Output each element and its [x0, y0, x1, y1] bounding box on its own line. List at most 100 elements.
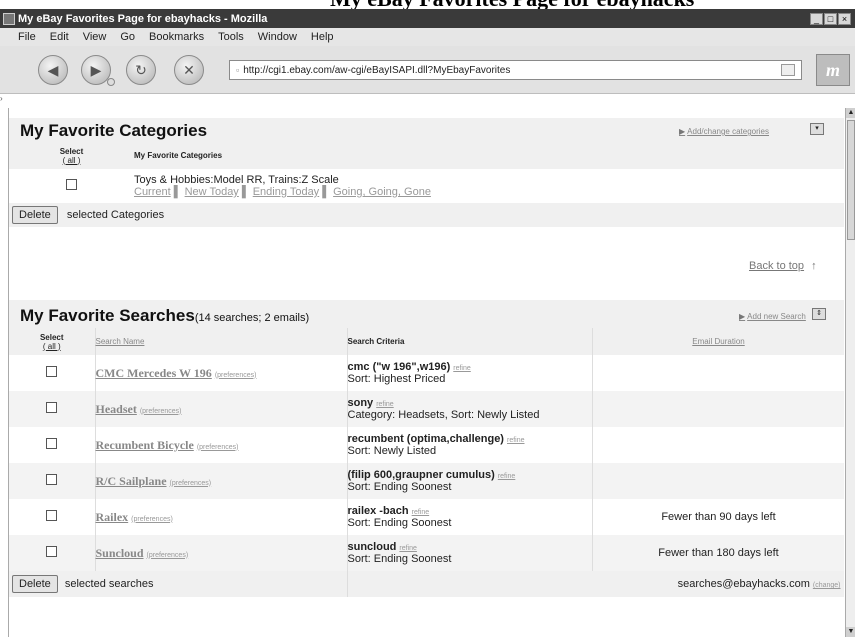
scroll-up-icon[interactable]: ▲: [846, 108, 855, 118]
scroll-down-icon[interactable]: ▼: [846, 627, 855, 637]
triangle-icon: ▶: [739, 312, 746, 321]
delete-searches-button[interactable]: Delete: [12, 575, 58, 593]
search-name-link[interactable]: Recumbent Bicycle: [96, 438, 194, 452]
history-dropdown-icon[interactable]: [107, 78, 115, 86]
search-sort: Sort: Highest Priced: [347, 373, 446, 385]
categories-table: Select ( all ) My Favorite Categories To…: [9, 142, 844, 227]
search-checkbox[interactable]: [46, 438, 58, 449]
page-content: My Favorite Categories ▶ Add/change categ…: [8, 108, 844, 637]
maximize-button[interactable]: □: [824, 12, 837, 25]
email-duration: Fewer than 90 days left: [592, 499, 844, 535]
email-duration: [592, 391, 844, 427]
search-checkbox[interactable]: [46, 510, 58, 521]
search-criteria-col-header: Search Criteria: [347, 328, 593, 355]
window-title: My eBay Favorites Page for ebayhacks - M…: [18, 12, 268, 25]
preferences-link[interactable]: (preferences): [215, 372, 257, 379]
delete-categories-button[interactable]: Delete: [12, 206, 58, 224]
search-checkbox[interactable]: [46, 546, 58, 557]
select-all-link[interactable]: ( all ): [9, 156, 134, 165]
menu-help[interactable]: Help: [311, 31, 334, 43]
categories-col-header: My Favorite Categories: [134, 142, 844, 169]
preferences-link[interactable]: (preferences): [170, 480, 212, 487]
search-name-link[interactable]: Railex: [96, 510, 129, 524]
email-duration-col-header[interactable]: Email Duration: [592, 328, 844, 355]
table-row: Railex (preferences) railex -bach refine So…: [9, 499, 844, 535]
back-arrow-icon: ◀: [47, 61, 59, 78]
search-sort: Sort: Ending Soonest: [347, 553, 452, 565]
back-to-top-link[interactable]: Back to top ↑: [749, 260, 817, 272]
search-query: suncloud: [347, 541, 397, 553]
menu-go[interactable]: Go: [120, 31, 135, 43]
up-arrow-icon: ↑: [811, 260, 817, 272]
email-address: searches@ebayhacks.com: [677, 578, 810, 590]
ending-today-link[interactable]: Ending Today: [253, 186, 319, 198]
menu-window[interactable]: Window: [258, 31, 297, 43]
preferences-link[interactable]: (preferences): [147, 552, 189, 559]
categories-title: My Favorite Categories: [20, 121, 208, 140]
refine-link[interactable]: refine: [498, 473, 516, 480]
search-checkbox[interactable]: [46, 366, 58, 377]
sidebar-toggle-icon[interactable]: ›: [0, 94, 8, 108]
search-sort: Sort: Ending Soonest: [347, 517, 452, 529]
select-all-link[interactable]: ( all ): [9, 342, 95, 351]
categories-header: My Favorite Categories ▶ Add/change categ…: [9, 118, 844, 142]
search-name-link[interactable]: Headset: [96, 402, 137, 416]
category-checkbox[interactable]: [66, 179, 77, 190]
table-row: Headset (preferences) sony refine Category:…: [9, 391, 844, 427]
table-row: Suncloud (preferences) suncloud refine Sort…: [9, 535, 844, 571]
menu-file[interactable]: File: [18, 31, 36, 43]
email-duration: [592, 463, 844, 499]
add-change-categories-link[interactable]: ▶ Add/change categories: [679, 127, 769, 136]
refine-link[interactable]: refine: [507, 437, 525, 444]
menu-view[interactable]: View: [83, 31, 107, 43]
vertical-scrollbar[interactable]: ▲ ▼: [845, 108, 855, 637]
caption-strip: My eBay Favorites Page for ebayhacks: [0, 0, 855, 9]
searches-title: My Favorite Searches(14 searches; 2 emai…: [20, 306, 310, 325]
preferences-link[interactable]: (preferences): [140, 408, 182, 415]
searches-count: (14 searches; 2 emails): [194, 312, 310, 324]
current-link[interactable]: Current: [134, 186, 171, 198]
stop-button[interactable]: ✕: [174, 55, 204, 85]
going-going-gone-link[interactable]: Going, Going, Gone: [333, 186, 431, 198]
new-today-link[interactable]: New Today: [185, 186, 239, 198]
refine-link[interactable]: refine: [453, 365, 471, 372]
delete-searches-label: selected searches: [64, 578, 154, 590]
search-name-link[interactable]: Suncloud: [96, 546, 144, 560]
search-name-link[interactable]: CMC Mercedes W 196: [96, 366, 212, 380]
refine-link[interactable]: refine: [412, 509, 430, 516]
scroll-thumb[interactable]: [847, 120, 855, 240]
mozilla-throbber-icon[interactable]: m: [816, 54, 850, 86]
url-bar[interactable]: ▫ http://cgi1.ebay.com/aw-cgi/eBayISAPI.…: [229, 60, 802, 80]
mozilla-app-icon: [3, 12, 15, 25]
search-query: recumbent (optima,challenge): [347, 433, 504, 445]
search-checkbox[interactable]: [46, 402, 58, 413]
refine-link[interactable]: refine: [376, 401, 394, 408]
collapse-categories-icon[interactable]: ▾: [810, 123, 824, 135]
menu-bookmarks[interactable]: Bookmarks: [149, 31, 204, 43]
reload-button[interactable]: ↻: [126, 55, 156, 85]
change-email-link[interactable]: (change): [813, 582, 841, 589]
table-row: R/C Sailplane (preferences) (filip 600,gr…: [9, 463, 844, 499]
search-query: sony: [347, 397, 374, 409]
search-query: cmc ("w 196",w196): [347, 361, 451, 373]
add-new-search-link[interactable]: ▶ Add new Search: [739, 312, 806, 321]
table-row: Recumbent Bicycle (preferences) recumbent…: [9, 427, 844, 463]
stop-icon: ✕: [183, 61, 195, 78]
refine-link[interactable]: refine: [399, 545, 417, 552]
search-sort: Sort: Newly Listed: [347, 445, 437, 457]
menu-tools[interactable]: Tools: [218, 31, 244, 43]
search-checkbox[interactable]: [46, 474, 58, 485]
search-query: railex -bach: [347, 505, 409, 517]
back-button[interactable]: ◀: [38, 55, 68, 85]
preferences-link[interactable]: (preferences): [131, 516, 173, 523]
minimize-button[interactable]: _: [810, 12, 823, 25]
collapse-searches-icon[interactable]: ⇕: [812, 308, 826, 320]
menu-edit[interactable]: Edit: [50, 31, 69, 43]
close-button[interactable]: ×: [838, 12, 851, 25]
triangle-icon: ▶: [679, 127, 686, 136]
search-name-col-header[interactable]: Search Name: [95, 328, 348, 355]
search-name-link[interactable]: R/C Sailplane: [96, 474, 167, 488]
go-icon[interactable]: [781, 64, 795, 76]
preferences-link[interactable]: (preferences): [197, 444, 239, 451]
select-header: Select ( all ): [9, 328, 96, 355]
